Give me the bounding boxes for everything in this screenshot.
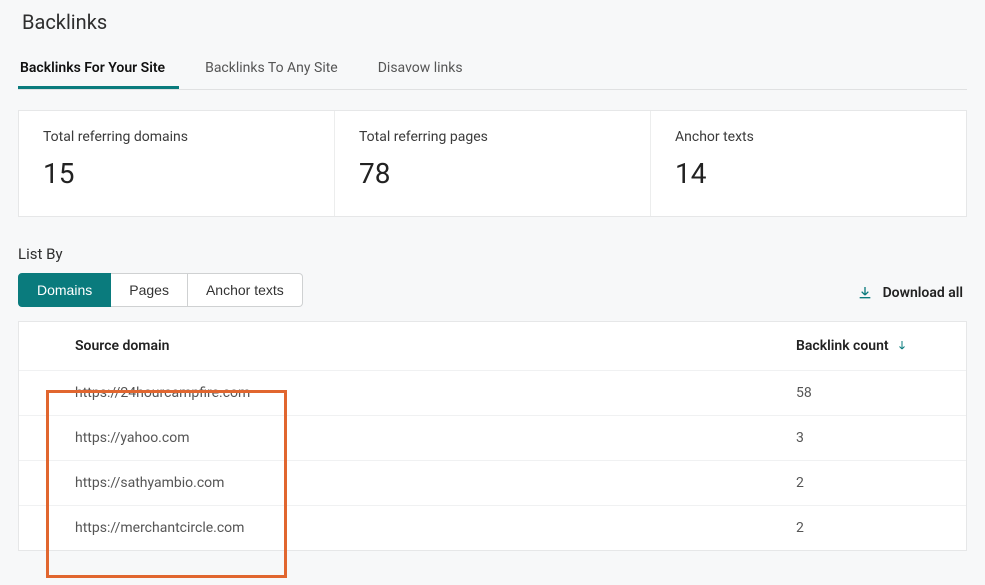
cell-source-domain: https://24hourcampfire.com xyxy=(19,371,796,416)
backlinks-table: Source domain Backlink count https://24h… xyxy=(19,322,966,550)
stat-anchor-texts: Anchor texts 14 xyxy=(651,111,966,216)
tab-backlinks-for-your-site[interactable]: Backlinks For Your Site xyxy=(18,52,179,89)
table-row[interactable]: https://sathyambio.com 2 xyxy=(19,461,966,506)
listby-segment: Domains Pages Anchor texts xyxy=(18,273,303,307)
table-row[interactable]: https://24hourcampfire.com 58 xyxy=(19,371,966,416)
listby-btn-anchor-texts[interactable]: Anchor texts xyxy=(188,273,303,307)
table-body: https://24hourcampfire.com 58 https://ya… xyxy=(19,371,966,551)
cell-source-domain: https://sathyambio.com xyxy=(19,461,796,506)
stat-referring-pages: Total referring pages 78 xyxy=(335,111,651,216)
tab-disavow-links[interactable]: Disavow links xyxy=(376,52,477,89)
page-title: Backlinks xyxy=(22,10,967,34)
listby-label: List By xyxy=(18,245,303,263)
download-label: Download all xyxy=(883,285,963,301)
download-all-button[interactable]: Download all xyxy=(853,279,967,307)
listby-btn-pages[interactable]: Pages xyxy=(111,273,188,307)
stat-label: Total referring domains xyxy=(43,129,310,145)
cell-backlink-count: 58 xyxy=(796,371,966,416)
download-icon xyxy=(857,285,873,301)
stat-label: Total referring pages xyxy=(359,129,626,145)
col-backlink-count[interactable]: Backlink count xyxy=(796,322,966,371)
table-row[interactable]: https://merchantcircle.com 2 xyxy=(19,506,966,551)
stat-referring-domains: Total referring domains 15 xyxy=(19,111,335,216)
cell-backlink-count: 2 xyxy=(796,506,966,551)
cell-backlink-count: 2 xyxy=(796,461,966,506)
stat-value: 14 xyxy=(675,157,942,190)
stat-value: 78 xyxy=(359,157,626,190)
stat-value: 15 xyxy=(43,157,310,190)
stat-label: Anchor texts xyxy=(675,129,942,145)
cell-source-domain: https://merchantcircle.com xyxy=(19,506,796,551)
backlinks-table-card: Source domain Backlink count https://24h… xyxy=(18,321,967,551)
sort-down-icon xyxy=(896,338,908,352)
col-backlink-count-label: Backlink count xyxy=(796,338,889,354)
cell-source-domain: https://yahoo.com xyxy=(19,416,796,461)
stats-card: Total referring domains 15 Total referri… xyxy=(18,110,967,217)
col-source-domain[interactable]: Source domain xyxy=(19,322,796,371)
table-row[interactable]: https://yahoo.com 3 xyxy=(19,416,966,461)
tabs: Backlinks For Your Site Backlinks To Any… xyxy=(18,52,967,90)
listby-btn-domains[interactable]: Domains xyxy=(18,273,111,307)
tab-backlinks-to-any-site[interactable]: Backlinks To Any Site xyxy=(203,52,352,89)
cell-backlink-count: 3 xyxy=(796,416,966,461)
